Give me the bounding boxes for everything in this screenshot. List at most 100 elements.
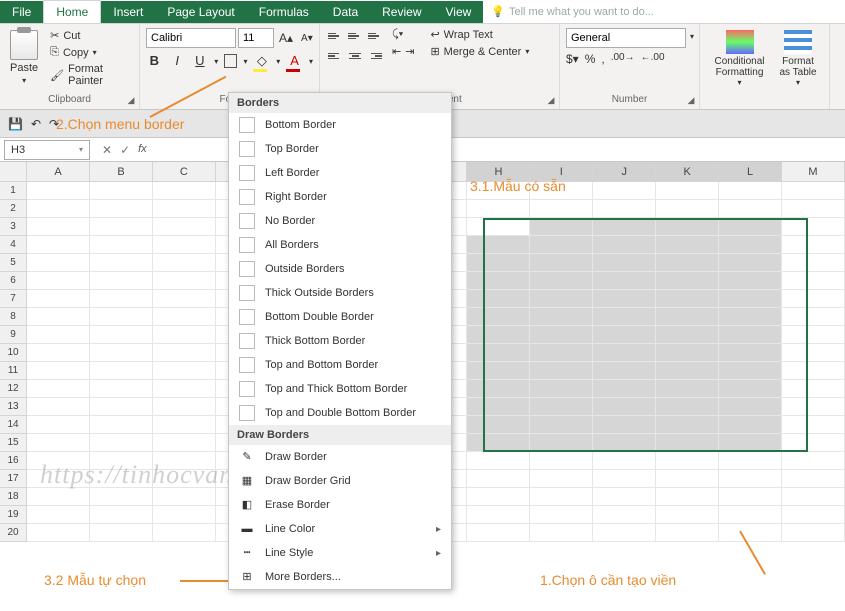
format-as-table-button[interactable]: Format as Table▾ xyxy=(773,28,823,107)
column-header[interactable]: M xyxy=(782,162,845,182)
comma-button[interactable]: , xyxy=(601,52,604,66)
cell[interactable] xyxy=(656,290,719,308)
border-option-tbb[interactable]: Thick Bottom Border xyxy=(229,329,451,353)
increase-decimal-button[interactable]: .00→ xyxy=(611,52,635,66)
cell[interactable] xyxy=(593,200,656,218)
cell[interactable] xyxy=(656,488,719,506)
cell[interactable] xyxy=(782,470,845,488)
cell[interactable] xyxy=(27,524,90,542)
cell[interactable] xyxy=(530,380,593,398)
cell[interactable] xyxy=(719,506,782,524)
cell[interactable] xyxy=(593,470,656,488)
cell[interactable] xyxy=(782,308,845,326)
column-header[interactable]: H xyxy=(467,162,530,182)
cell[interactable] xyxy=(656,380,719,398)
orientation-button[interactable]: ⤹▾ xyxy=(392,28,414,41)
tell-me-search[interactable]: 💡 Tell me what you want to do... xyxy=(491,5,654,18)
cell[interactable] xyxy=(593,308,656,326)
cell[interactable] xyxy=(656,524,719,542)
cell[interactable] xyxy=(467,398,530,416)
cell[interactable] xyxy=(467,506,530,524)
cell[interactable] xyxy=(27,236,90,254)
cell[interactable] xyxy=(27,218,90,236)
cell[interactable] xyxy=(782,344,845,362)
cell[interactable] xyxy=(782,236,845,254)
row-header[interactable]: 10 xyxy=(0,344,27,362)
cell[interactable] xyxy=(782,218,845,236)
cell[interactable] xyxy=(530,218,593,236)
cell[interactable] xyxy=(656,344,719,362)
cell[interactable] xyxy=(90,488,153,506)
cell[interactable] xyxy=(656,236,719,254)
column-header[interactable]: C xyxy=(153,162,216,182)
cell[interactable] xyxy=(782,182,845,200)
cell[interactable] xyxy=(467,326,530,344)
cell[interactable] xyxy=(467,362,530,380)
cell[interactable] xyxy=(153,524,216,542)
column-header[interactable]: B xyxy=(90,162,153,182)
border-option-lb[interactable]: Left Border xyxy=(229,161,451,185)
grow-font-button[interactable]: A▴ xyxy=(276,31,296,45)
fill-color-button[interactable]: ◇ xyxy=(253,52,270,70)
row-header[interactable]: 2 xyxy=(0,200,27,218)
column-header[interactable]: J xyxy=(593,162,656,182)
cell[interactable] xyxy=(593,362,656,380)
cell[interactable] xyxy=(719,308,782,326)
cell[interactable] xyxy=(782,380,845,398)
row-header[interactable]: 15 xyxy=(0,434,27,452)
row-header[interactable]: 4 xyxy=(0,236,27,254)
cell[interactable] xyxy=(656,218,719,236)
align-left-button[interactable] xyxy=(326,48,344,64)
cell[interactable] xyxy=(27,506,90,524)
row-header[interactable]: 5 xyxy=(0,254,27,272)
format-painter-button[interactable]: 🖌Format Painter xyxy=(48,62,133,88)
cell[interactable] xyxy=(153,290,216,308)
undo-button[interactable]: ↶ xyxy=(31,117,41,131)
column-header[interactable]: I xyxy=(530,162,593,182)
border-option-bdb[interactable]: Bottom Double Border xyxy=(229,305,451,329)
cell[interactable] xyxy=(719,470,782,488)
cell[interactable] xyxy=(782,524,845,542)
row-header[interactable]: 19 xyxy=(0,506,27,524)
cell[interactable] xyxy=(90,398,153,416)
number-format-select[interactable] xyxy=(566,28,686,48)
cell[interactable] xyxy=(719,488,782,506)
cell[interactable] xyxy=(782,254,845,272)
cell[interactable] xyxy=(719,452,782,470)
border-option-tadbb[interactable]: Top and Double Bottom Border xyxy=(229,401,451,425)
cell[interactable] xyxy=(467,254,530,272)
cell[interactable] xyxy=(27,200,90,218)
row-header[interactable]: 6 xyxy=(0,272,27,290)
cell[interactable] xyxy=(90,506,153,524)
cell[interactable] xyxy=(27,290,90,308)
italic-button[interactable]: I xyxy=(169,52,186,70)
cell[interactable] xyxy=(90,308,153,326)
cell[interactable] xyxy=(593,344,656,362)
cell[interactable] xyxy=(467,380,530,398)
tab-review[interactable]: Review xyxy=(370,1,433,23)
cell[interactable] xyxy=(593,182,656,200)
currency-button[interactable]: $▾ xyxy=(566,52,579,66)
cell[interactable] xyxy=(153,182,216,200)
border-option-ob[interactable]: Outside Borders xyxy=(229,257,451,281)
cell[interactable] xyxy=(467,236,530,254)
cell[interactable] xyxy=(90,236,153,254)
cell[interactable] xyxy=(656,506,719,524)
cell[interactable] xyxy=(530,434,593,452)
borders-button[interactable] xyxy=(224,54,237,68)
cell[interactable] xyxy=(90,200,153,218)
cell[interactable] xyxy=(593,272,656,290)
border-option-bb[interactable]: Bottom Border xyxy=(229,113,451,137)
cell[interactable] xyxy=(782,326,845,344)
cell[interactable] xyxy=(530,524,593,542)
cell[interactable] xyxy=(593,326,656,344)
cell[interactable] xyxy=(90,182,153,200)
cell[interactable] xyxy=(27,434,90,452)
cell[interactable] xyxy=(27,182,90,200)
cell[interactable] xyxy=(90,524,153,542)
cell[interactable] xyxy=(656,326,719,344)
cell[interactable] xyxy=(27,254,90,272)
cell[interactable] xyxy=(593,236,656,254)
cell[interactable] xyxy=(90,380,153,398)
row-header[interactable]: 17 xyxy=(0,470,27,488)
